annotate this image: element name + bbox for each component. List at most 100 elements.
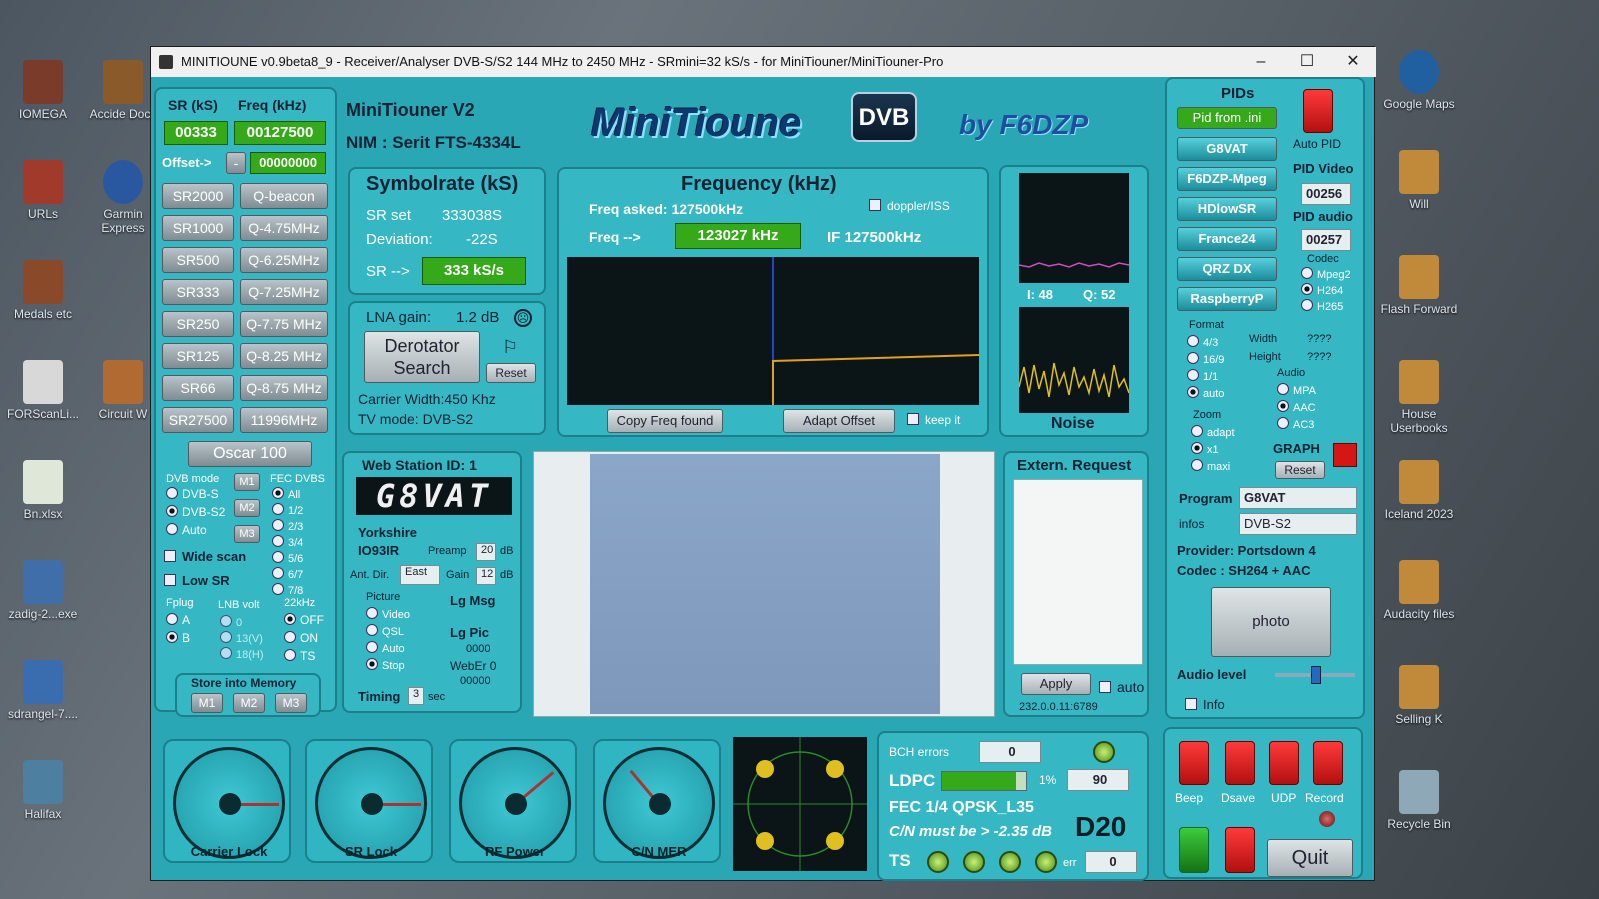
keep-it-checkbox[interactable]: keep it — [907, 413, 960, 427]
oscar-100-button[interactable]: Oscar 100 — [188, 441, 312, 467]
mem-m2-small-button[interactable]: M2 — [234, 499, 260, 517]
dvb-s-radio[interactable]: DVB-S — [166, 487, 219, 501]
audio-level-slider[interactable] — [1275, 666, 1355, 684]
pid-video-field[interactable]: 00256 — [1301, 183, 1351, 205]
22khz-ts-radio[interactable]: TS — [284, 649, 315, 663]
pid-preset-f6dzp-button[interactable]: F6DZP-Mpeg — [1177, 167, 1277, 191]
mem-m1-small-button[interactable]: M1 — [234, 473, 260, 491]
pid-from-ini-button[interactable]: Pid from .ini — [1177, 107, 1277, 129]
gain-field[interactable]: 12 — [476, 567, 496, 585]
fec-3-4-radio[interactable]: 3/4 — [272, 535, 303, 549]
fplug-b-radio[interactable]: B — [166, 631, 190, 645]
desktop-icon-google-maps[interactable]: Google Maps — [1380, 50, 1458, 111]
offset-value-field[interactable]: 00000000 — [250, 152, 326, 174]
zoom-maxi-radio[interactable]: maxi — [1191, 459, 1230, 473]
sr125-button[interactable]: SR125 — [162, 343, 234, 369]
dvb-auto-radio[interactable]: Auto — [166, 523, 207, 537]
freq-value-field[interactable]: 00127500 — [234, 121, 326, 145]
record-switch[interactable] — [1313, 741, 1343, 785]
desktop-icon-iomega[interactable]: IOMEGA — [4, 60, 82, 121]
format-16-9-radio[interactable]: 16/9 — [1187, 352, 1224, 366]
pid-audio-field[interactable]: 00257 — [1301, 229, 1351, 251]
q-beacon-button[interactable]: Q-beacon — [240, 183, 328, 209]
info-checkbox[interactable]: Info — [1185, 697, 1225, 712]
photo-button[interactable]: photo — [1211, 587, 1331, 657]
audio-level-thumb[interactable] — [1311, 666, 1321, 684]
pid-preset-raspberryp-button[interactable]: RaspberryP — [1177, 287, 1277, 311]
minimize-button[interactable]: – — [1238, 47, 1284, 77]
desktop-icon-sdrangel[interactable]: sdrangel-7.... — [4, 660, 82, 721]
video-display[interactable] — [590, 454, 940, 714]
recycle-bin-icon[interactable]: Recycle Bin — [1380, 770, 1458, 831]
sr2000-button[interactable]: SR2000 — [162, 183, 234, 209]
picture-video-radio[interactable]: Video — [366, 607, 410, 621]
adapt-offset-button[interactable]: Adapt Offset — [783, 409, 895, 433]
q-875-button[interactable]: Q-8.75 MHz — [240, 375, 328, 401]
sr27500-button[interactable]: SR27500 — [162, 407, 234, 433]
auto-pid-switch[interactable] — [1303, 89, 1333, 133]
q-725-button[interactable]: Q-7.25MHz — [240, 279, 328, 305]
fec-6-7-radio[interactable]: 6/7 — [272, 567, 303, 581]
audio-mpa-radio[interactable]: MPA — [1277, 383, 1316, 397]
lna-face-icon[interactable]: ☹ — [514, 309, 532, 327]
timing-field[interactable]: 3 — [408, 687, 424, 705]
picture-stop-radio[interactable]: Stop — [366, 658, 405, 672]
program-field[interactable]: G8VAT — [1239, 487, 1357, 509]
fec-1-2-radio[interactable]: 1/2 — [272, 503, 303, 517]
doppler-iss-checkbox[interactable]: doppler/ISS — [869, 199, 950, 213]
zoom-x1-radio[interactable]: x1 — [1191, 442, 1219, 456]
desktop-icon-urls[interactable]: URLs — [4, 160, 82, 221]
desktop-icon-zadig[interactable]: zadig-2...exe — [4, 560, 82, 621]
mem-m3-small-button[interactable]: M3 — [234, 525, 260, 543]
copy-freq-found-button[interactable]: Copy Freq found — [607, 409, 723, 433]
sr66-button[interactable]: SR66 — [162, 375, 234, 401]
picture-qsl-radio[interactable]: QSL — [366, 624, 404, 638]
picture-auto-radio[interactable]: Auto — [366, 641, 405, 655]
extern-apply-button[interactable]: Apply — [1021, 673, 1091, 695]
graph-color-swatch[interactable] — [1333, 443, 1357, 467]
codec-mpeg2-radio[interactable]: Mpeg2 — [1301, 267, 1351, 281]
close-button[interactable]: ✕ — [1330, 47, 1376, 77]
pid-preset-france24-button[interactable]: France24 — [1177, 227, 1277, 251]
store-m2-button[interactable]: M2 — [233, 693, 265, 713]
infos-field[interactable]: DVB-S2 — [1239, 513, 1357, 535]
fec-2-3-radio[interactable]: 2/3 — [272, 519, 303, 533]
extern-request-list[interactable] — [1013, 479, 1143, 665]
preamp-field[interactable]: 20 — [476, 543, 496, 561]
derotator-search-button[interactable]: Derotator Search — [364, 331, 480, 383]
udp-switch[interactable] — [1269, 741, 1299, 785]
pid-preset-hdlowsr-button[interactable]: HDlowSR — [1177, 197, 1277, 221]
store-m3-button[interactable]: M3 — [275, 693, 307, 713]
sr250-button[interactable]: SR250 — [162, 311, 234, 337]
sr333-button[interactable]: SR333 — [162, 279, 234, 305]
lnb-18h-radio[interactable]: 18(H) — [220, 647, 264, 661]
ant-dir-field[interactable]: East — [400, 565, 440, 585]
offset-sign-button[interactable]: - — [226, 152, 246, 174]
desktop-icon-bn-xlsx[interactable]: Bn.xlsx — [4, 460, 82, 521]
codec-h265-radio[interactable]: H265 — [1301, 299, 1343, 313]
pid-preset-qrzdx-button[interactable]: QRZ DX — [1177, 257, 1277, 281]
extern-auto-checkbox[interactable]: auto — [1099, 679, 1144, 695]
q-775-button[interactable]: Q-7.75 MHz — [240, 311, 328, 337]
fec-5-6-radio[interactable]: 5/6 — [272, 551, 303, 565]
desktop-icon-selling-k[interactable]: Selling K — [1380, 665, 1458, 726]
audio-aac-radio[interactable]: AAC — [1277, 400, 1316, 414]
sr-value-field[interactable]: 00333 — [164, 121, 228, 145]
zoom-adapt-radio[interactable]: adapt — [1191, 425, 1235, 439]
q-625-button[interactable]: Q-6.25MHz — [240, 247, 328, 273]
sr1000-button[interactable]: SR1000 — [162, 215, 234, 241]
sr500-button[interactable]: SR500 — [162, 247, 234, 273]
q-11996-button[interactable]: 11996MHz — [240, 407, 328, 433]
lnb-0-radio[interactable]: 0 — [220, 615, 242, 629]
format-4-3-radio[interactable]: 4/3 — [1187, 335, 1218, 349]
q-825-button[interactable]: Q-8.25 MHz — [240, 343, 328, 369]
store-m1-button[interactable]: M1 — [191, 693, 223, 713]
desktop-icon-medals-etc[interactable]: Medals etc — [4, 260, 82, 321]
pid-preset-g8vat-button[interactable]: G8VAT — [1177, 137, 1277, 161]
desktop-icon-audacity-files[interactable]: Audacity files — [1380, 560, 1458, 621]
desktop-icon-iceland-2023[interactable]: Iceland 2023 — [1380, 460, 1458, 521]
q-475-button[interactable]: Q-4.75MHz — [240, 215, 328, 241]
quit-button[interactable]: Quit — [1267, 839, 1353, 877]
extra-red-switch[interactable] — [1225, 827, 1255, 873]
dsave-switch[interactable] — [1225, 741, 1255, 785]
